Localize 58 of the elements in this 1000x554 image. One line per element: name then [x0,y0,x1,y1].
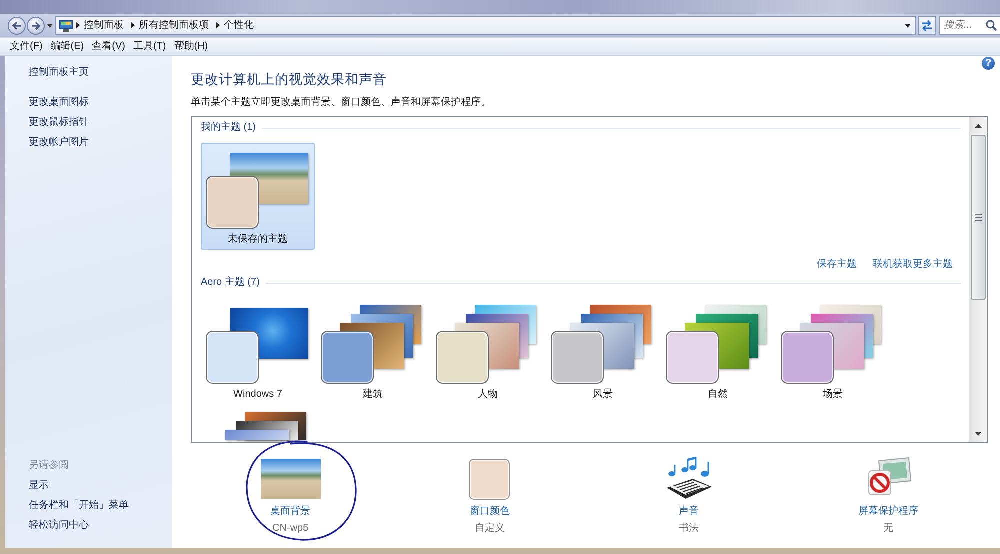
arrow-left-icon [12,20,22,30]
menu-item[interactable]: 编辑(E) [46,39,88,54]
back-button[interactable] [8,16,26,34]
chevron-right-icon [76,22,80,29]
group-heading: 我的主题 (1) [201,120,256,135]
theme-tile[interactable]: 自然 [661,298,775,405]
theme-tile[interactable]: 场景 [776,298,890,405]
sidebar-link[interactable]: 显示 [29,476,49,496]
group-heading: Aero 主题 (7) [201,276,260,290]
breadcrumb-item[interactable]: 所有控制面板项 [139,18,209,33]
theme-tile[interactable]: 风景 [546,298,660,405]
search-field[interactable]: 搜索... [939,16,1000,35]
refresh-icon [921,20,933,32]
theme-link[interactable]: 联机获取更多主题 [873,257,953,273]
menu-item[interactable]: 查看(V) [88,39,130,54]
setting-link[interactable]: 窗口颜色 [470,505,510,519]
caret-down-icon [905,24,911,28]
sidebar-link[interactable]: 更改桌面图标 [29,93,89,113]
theme-tile[interactable]: 未保存的主题 [201,143,315,250]
search-icon [986,20,997,31]
theme-tile[interactable]: 人物 [431,298,545,405]
chevron-right-icon [216,22,220,29]
triangle-down-icon [975,432,982,436]
sidebar-link[interactable]: 轻松访问中心 [29,516,89,536]
setting-link[interactable]: 桌面背景 [270,505,311,519]
address-field[interactable]: 控制面板 所有控制面板项 个性化 [55,16,916,35]
sidebar-link[interactable]: 更改鼠标指针 [29,113,89,133]
breadcrumb-item[interactable]: 个性化 [224,18,254,33]
page-title: 更改计算机上的视觉效果和声音 [191,71,387,89]
triangle-up-icon [975,124,982,128]
page-description: 单击某个主题立即更改桌面背景、窗口颜色、声音和屏幕保护程序。 [191,96,492,110]
theme-tile[interactable]: Windows 7 [201,298,315,405]
help-button[interactable]: ? [982,57,995,70]
refresh-button[interactable] [918,16,936,35]
theme-tile[interactable]: 建筑 [316,298,430,405]
menu-item[interactable]: 帮助(H) [170,39,212,54]
arrow-right-icon [31,20,41,30]
scrollbar-thumb[interactable] [971,135,986,300]
sidebar-link[interactable]: 任务栏和「开始」菜单 [29,496,129,516]
setting-value: 自定义 [474,522,505,536]
computer-screen-icon [59,20,73,32]
setting-value: 书法 [679,522,700,536]
chevron-right-icon [131,22,135,29]
setting-link[interactable]: 声音 [679,505,700,519]
breadcrumb-item[interactable]: 控制面板 [84,18,124,33]
menu-item[interactable]: 文件(F) [6,39,47,54]
wallpaper-thumbnail[interactable] [260,459,321,499]
section-heading: 另请参阅 [29,458,69,473]
color-swatch-icon[interactable] [469,458,510,500]
sidebar-link[interactable]: 更改帐户图片 [29,133,89,153]
caret-down-icon [47,24,53,28]
setting-value: CN-wp5 [272,522,309,536]
forward-button[interactable] [27,16,45,34]
setting-value: 无 [883,522,894,536]
sidebar-link[interactable]: 控制面板主页 [29,63,89,83]
menu-item[interactable]: 工具(T) [129,39,170,54]
theme-link[interactable]: 保存主题 [817,257,857,273]
setting-link[interactable]: 屏幕保护程序 [858,505,918,519]
